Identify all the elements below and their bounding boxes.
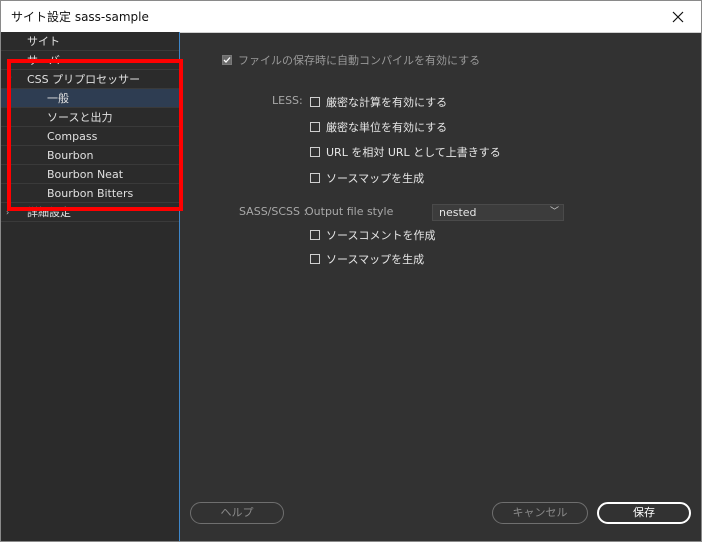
less-source-map-option[interactable]: ソースマップを生成 [310, 170, 424, 186]
sidebar-item-label: ソースと出力 [47, 111, 113, 124]
option-label: ソースコメントを作成 [326, 229, 436, 242]
less-strict-math-option[interactable]: 厳密な計算を有効にする [310, 94, 447, 110]
settings-panel: ファイルの保存時に自動コンパイルを有効にする LESS: 厳密な計算を有効にする… [180, 32, 701, 541]
sidebar-item-server[interactable]: サーバー [1, 51, 179, 70]
window-title: サイト設定 sass-sample [11, 10, 149, 24]
option-label: ソースマップを生成 [326, 172, 425, 185]
sass-source-comments-checkbox[interactable] [310, 230, 320, 240]
sidebar-item-compass[interactable]: Compass [1, 127, 179, 146]
less-source-map-checkbox[interactable] [310, 173, 320, 183]
help-button-label: ヘルプ [220, 506, 254, 519]
sidebar-item-site[interactable]: サイト [1, 32, 179, 51]
autocompile-label: ファイルの保存時に自動コンパイルを有効にする [238, 54, 481, 67]
chevron-down-icon[interactable]: ✓ [6, 70, 13, 89]
less-strict-units-option[interactable]: 厳密な単位を有効にする [310, 119, 447, 135]
site-settings-dialog: サイト設定 sass-sample サイト サーバー ✓ CSS プリプロセッサ… [0, 0, 702, 542]
less-label: LESS: [272, 94, 303, 107]
cancel-button-label: キャンセル [512, 506, 568, 519]
save-button[interactable]: 保存 [597, 502, 691, 524]
sidebar-item-label: Bourbon Neat [47, 168, 124, 181]
sass-source-map-checkbox[interactable] [310, 254, 320, 264]
sass-source-map-option[interactable]: ソースマップを生成 [310, 251, 424, 267]
less-relative-urls-checkbox[interactable] [310, 147, 320, 157]
save-button-label: 保存 [633, 506, 655, 519]
chevron-right-icon[interactable]: › [6, 203, 9, 222]
checkmark-icon [223, 57, 231, 63]
category-sidebar: サイト サーバー ✓ CSS プリプロセッサー 一般 ソースと出力 Compas… [1, 32, 180, 541]
help-button[interactable]: ヘルプ [190, 502, 284, 524]
autocompile-checkbox[interactable] [222, 55, 232, 65]
sidebar-item-label: CSS プリプロセッサー [27, 73, 141, 86]
sass-source-comments-option[interactable]: ソースコメントを作成 [310, 227, 435, 243]
less-relative-urls-option[interactable]: URL を相対 URL として上書きする [310, 144, 501, 160]
sidebar-item-label: サーバー [27, 54, 71, 67]
title-bar: サイト設定 sass-sample [1, 1, 701, 33]
sidebar-item-bourbon-neat[interactable]: Bourbon Neat [1, 165, 179, 184]
sidebar-item-label: Compass [47, 130, 98, 143]
sidebar-item-css-preprocessor[interactable]: ✓ CSS プリプロセッサー [1, 70, 179, 89]
option-label: ソースマップを生成 [326, 253, 425, 266]
chevron-down-icon: ﹀ [549, 207, 559, 217]
sidebar-item-label: Bourbon Bitters [47, 187, 134, 200]
sidebar-item-bourbon-bitters[interactable]: Bourbon Bitters [1, 184, 179, 203]
sidebar-item-label: サイト [27, 35, 60, 48]
cancel-button[interactable]: キャンセル [492, 502, 588, 524]
sidebar-item-label: Bourbon [47, 149, 94, 162]
close-icon [672, 11, 684, 22]
sidebar-item-general[interactable]: 一般 [1, 89, 179, 108]
autocompile-option[interactable]: ファイルの保存時に自動コンパイルを有効にする [222, 52, 480, 68]
less-strict-units-checkbox[interactable] [310, 122, 320, 132]
sidebar-item-label: 詳細設定 [27, 206, 71, 219]
sidebar-item-bourbon[interactable]: Bourbon [1, 146, 179, 165]
sidebar-item-label: 一般 [47, 92, 69, 105]
sidebar-item-advanced[interactable]: › 詳細設定 [1, 203, 179, 222]
close-button[interactable] [655, 1, 701, 32]
sass-label: SASS/SCSS : [239, 205, 308, 218]
option-label: URL を相対 URL として上書きする [326, 146, 501, 159]
option-label: 厳密な計算を有効にする [326, 96, 448, 109]
option-label: 厳密な単位を有効にする [326, 121, 448, 134]
sidebar-item-source-output[interactable]: ソースと出力 [1, 108, 179, 127]
less-strict-math-checkbox[interactable] [310, 97, 320, 107]
output-style-select[interactable]: nested ﹀ [432, 204, 564, 221]
output-style-label: Output file style [305, 205, 394, 218]
output-style-value: nested [439, 206, 477, 219]
